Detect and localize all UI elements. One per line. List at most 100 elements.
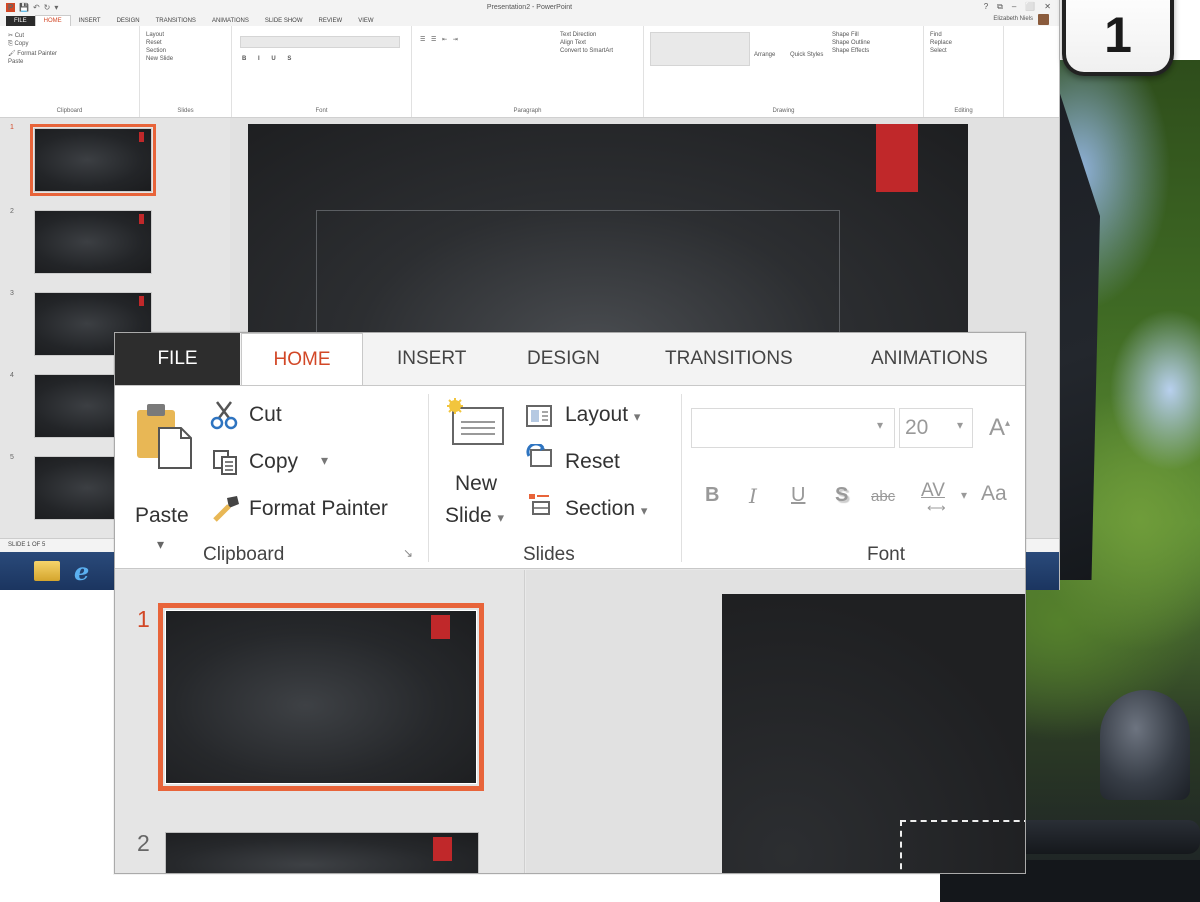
slide-thumbnail-2[interactable] [165,832,479,873]
paste-dropdown-icon[interactable]: ▾ [157,536,164,553]
tab-insert-mini[interactable]: INSERT [71,16,109,26]
layout-icon[interactable] [525,404,553,428]
font-size-dropdown-icon[interactable]: ▾ [957,418,963,432]
font-format-buttons-mini[interactable]: B I U S [242,56,296,62]
convert-smartart-button-mini[interactable]: Convert to SmartArt [560,48,613,54]
tab-home-mini[interactable]: HOME [34,15,71,26]
align-text-button-mini[interactable]: Align Text [560,40,586,46]
section-icon[interactable] [525,490,553,518]
ribbon-mini: ✂ Cut ⎘ Copy 🖌 Format Painter Paste Clip… [0,26,1059,118]
file-explorer-icon[interactable] [34,561,60,581]
cut-icon[interactable] [209,400,239,430]
minimize-button[interactable]: – [1012,2,1016,12]
tab-design[interactable]: DESIGN [501,333,626,385]
section-dropdown-icon[interactable]: ▾ [641,503,648,518]
grow-font-icon[interactable]: A▴ [989,414,1010,442]
tab-home[interactable]: HOME [241,333,363,386]
slides-group-label-mini: Slides [177,108,194,114]
section-button-mini[interactable]: Section [146,48,166,54]
new-slide-button[interactable]: Slide ▾ [445,504,504,528]
italic-button[interactable]: I [749,484,757,508]
tab-animations[interactable]: ANIMATIONS [845,333,1014,385]
quick-styles-button-mini[interactable]: Quick Styles [790,52,823,58]
font-name-box-mini[interactable] [240,36,400,48]
copy-button-mini[interactable]: ⎘ Copy [8,41,28,48]
slide-marker [139,132,144,142]
reset-button-mini[interactable]: Reset [146,40,162,46]
tab-file[interactable]: FILE [115,333,240,385]
copy-icon[interactable] [211,448,239,476]
format-painter-button[interactable]: Format Painter [249,497,388,521]
arrange-button-mini[interactable]: Arrange [754,52,775,58]
shape-effects-button-mini[interactable]: Shape Effects [832,48,869,54]
internet-explorer-icon[interactable]: e [74,557,89,586]
avatar[interactable] [1038,14,1049,25]
tab-transitions[interactable]: TRANSITIONS [639,333,819,385]
new-slide-dropdown-icon[interactable]: ▾ [498,510,505,525]
slide-thumbnail-mini[interactable] [30,124,156,196]
find-button-mini[interactable]: Find [930,32,942,38]
tab-design-mini[interactable]: DESIGN [109,16,148,26]
font-name-dropdown-icon[interactable]: ▾ [877,418,883,432]
title-bar: P 💾 ↶ ↻ ▾ Presentation2 - PowerPoint ? ⧉… [0,0,1059,14]
help-button[interactable]: ? [984,2,988,12]
section-button[interactable]: Section ▾ [565,497,647,521]
text-placeholder-border[interactable] [900,820,1025,873]
format-painter-button-mini[interactable]: 🖌 Format Painter [8,50,57,57]
bold-button[interactable]: B [705,484,719,507]
new-slide-label-line1[interactable]: New [455,472,497,496]
paragraph-group-label-mini: Paragraph [513,108,542,114]
shape-fill-button-mini[interactable]: Shape Fill [832,32,859,38]
paragraph-group-mini: Text Direction Align Text Convert to Sma… [412,26,644,117]
layout-button-mini[interactable]: Layout [146,32,164,38]
new-slide-button-mini[interactable]: New Slide [146,56,173,62]
tab-slideshow-mini[interactable]: SLIDE SHOW [257,16,311,26]
slide-thumbnail-1[interactable] [158,603,484,791]
character-spacing-button[interactable]: AV [921,480,945,502]
new-slide-icon[interactable] [445,398,509,448]
change-case-button[interactable]: Aa [981,482,1007,506]
replace-button-mini[interactable]: Replace [930,40,952,46]
shape-outline-button-mini[interactable]: Shape Outline [832,40,870,46]
paragraph-buttons-mini[interactable]: ☰ ☰ ⇤ ⇥ [420,36,460,43]
maximize-button[interactable]: ⬜ [1025,2,1035,12]
photo-bell [1100,690,1190,800]
strikethrough-button[interactable]: abc [871,488,895,505]
shadow-button[interactable]: S [835,484,848,507]
cut-button-mini[interactable]: ✂ Cut [8,32,24,39]
layout-dropdown-icon[interactable]: ▾ [634,409,641,424]
tab-animations-mini[interactable]: ANIMATIONS [204,16,257,26]
paste-icon[interactable] [135,400,193,472]
select-button-mini[interactable]: Select [930,48,947,54]
font-name-input[interactable] [691,408,895,448]
copy-dropdown-icon[interactable]: ▾ [321,452,328,469]
cut-button[interactable]: Cut [249,403,282,427]
shapes-gallery-mini[interactable] [650,32,750,66]
tab-insert[interactable]: INSERT [371,333,492,385]
close-button[interactable]: ✕ [1044,2,1051,12]
clipboard-group-label-mini: Clipboard [56,108,83,114]
paste-button[interactable]: Paste [135,504,189,528]
clipboard-dialog-launcher-icon[interactable]: ↘ [403,546,413,560]
user-name[interactable]: Elizabeth Niels [993,16,1033,22]
tab-review-mini[interactable]: REVIEW [311,16,351,26]
tab-view-mini[interactable]: VIEW [350,16,381,26]
ribbon-display-button[interactable]: ⧉ [997,2,1003,12]
character-spacing-dropdown-icon[interactable]: ▾ [961,488,967,502]
drawing-group-mini: Arrange Quick Styles Shape Fill Shape Ou… [644,26,924,117]
reset-button[interactable]: Reset [565,450,620,474]
copy-button[interactable]: Copy [249,450,298,474]
underline-button[interactable]: U [791,484,805,507]
clipboard-group-mini: ✂ Cut ⎘ Copy 🖌 Format Painter Paste Clip… [0,26,140,117]
slides-group-mini: Layout Reset Section New Slide Slides [140,26,232,117]
slide-number-mini: 3 [10,290,14,297]
layout-button[interactable]: Layout ▾ [565,403,640,427]
tab-file-mini[interactable]: FILE [6,16,35,26]
slide-thumbnail-mini[interactable] [34,210,152,274]
slide-thumbnail-pane: 1 2 [115,570,525,873]
tab-transitions-mini[interactable]: TRANSITIONS [148,16,204,26]
format-painter-icon[interactable] [209,494,241,524]
reset-icon[interactable] [525,444,553,468]
text-direction-button-mini[interactable]: Text Direction [560,32,596,38]
paste-button-mini[interactable]: Paste [8,59,23,65]
